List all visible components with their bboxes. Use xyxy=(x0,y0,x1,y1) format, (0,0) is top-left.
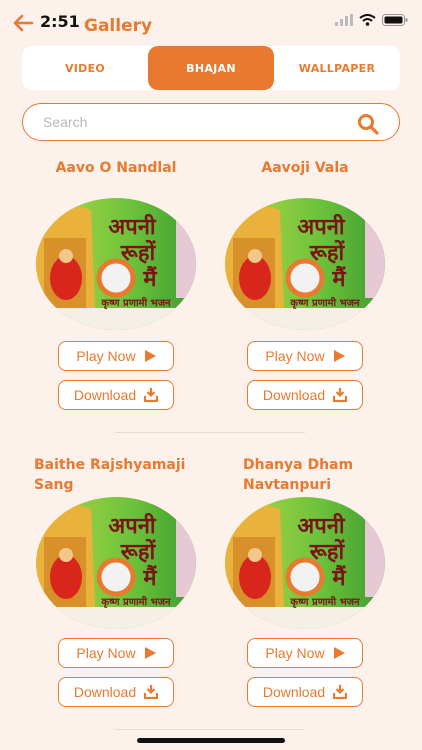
download-label: Download xyxy=(262,387,326,403)
bhajan-cover-image: अपनी रूहों मैं कृष्ण प्रणामी भजन xyxy=(36,497,196,629)
play-now-button[interactable]: Play Now xyxy=(247,341,363,371)
cover-line3-text: मैं xyxy=(331,564,346,591)
cover-line3-text: मैं xyxy=(142,564,157,591)
play-icon xyxy=(144,350,156,362)
row-divider xyxy=(115,432,305,433)
download-label: Download xyxy=(73,684,137,700)
search-icon[interactable] xyxy=(357,113,379,135)
download-button[interactable]: Download xyxy=(247,677,363,707)
play-icon xyxy=(333,647,345,659)
cover-caption-text: कृष्ण प्रणामी भजन xyxy=(289,296,360,309)
signal-icon xyxy=(335,14,353,26)
cover-line3-text: मैं xyxy=(142,265,157,292)
play-now-label: Play Now xyxy=(76,645,136,661)
bhajan-card: Aavo O Nandlal अपनी रूहों मैं कृष्ण प्रण… xyxy=(21,158,211,418)
download-icon xyxy=(333,685,348,699)
download-button[interactable]: Download xyxy=(58,677,174,707)
search-input[interactable] xyxy=(43,112,343,132)
cover-line3-text: मैं xyxy=(331,265,346,292)
play-icon xyxy=(333,350,345,362)
cover-line2-text: रूहों xyxy=(309,538,346,565)
bhajan-title: Baithe Rajshyamaji Sang xyxy=(34,457,186,493)
play-now-label: Play Now xyxy=(265,645,325,661)
status-icons xyxy=(335,14,408,26)
download-label: Download xyxy=(262,684,326,700)
bhajan-card: Baithe Rajshyamaji Sang अपनी रूहों मैं क… xyxy=(21,455,211,715)
battery-icon xyxy=(382,14,408,26)
status-bar: 2:51 Gallery xyxy=(0,0,422,46)
play-now-button[interactable]: Play Now xyxy=(247,638,363,668)
wifi-icon xyxy=(359,14,376,26)
back-arrow-icon[interactable] xyxy=(12,12,34,34)
cover-caption-text: कृष्ण प्रणामी भजन xyxy=(289,595,360,608)
bhajan-title: Aavo O Nandlal xyxy=(55,160,177,176)
cover-line1-text: अपनी xyxy=(108,512,157,539)
cover-line2-text: रूहों xyxy=(120,239,157,266)
play-now-label: Play Now xyxy=(265,348,325,364)
tab-video[interactable]: VIDEO xyxy=(22,46,148,90)
download-button[interactable]: Download xyxy=(58,380,174,410)
cover-caption-text: कृष्ण प्रणामी भजन xyxy=(100,296,171,309)
download-label: Download xyxy=(73,387,137,403)
tab-bhajan[interactable]: BHAJAN xyxy=(148,46,274,90)
page-title: Gallery xyxy=(84,16,153,36)
download-icon xyxy=(333,388,348,402)
row-divider xyxy=(115,729,305,730)
search-bar xyxy=(22,103,400,141)
status-time: 2:51 xyxy=(40,12,80,31)
cover-line1-text: अपनी xyxy=(108,213,157,240)
bhajan-title: Dhanya Dham Navtanpuri xyxy=(243,457,354,493)
cover-line1-text: अपनी xyxy=(297,213,346,240)
play-now-button[interactable]: Play Now xyxy=(58,638,174,668)
bhajan-card: Aavoji Vala अपनी रूहों मैं कृष्ण प्रणामी… xyxy=(210,158,400,418)
tab-wallpaper[interactable]: WALLPAPER xyxy=(274,46,400,90)
download-button[interactable]: Download xyxy=(247,380,363,410)
cover-line2-text: रूहों xyxy=(309,239,346,266)
play-now-button[interactable]: Play Now xyxy=(58,341,174,371)
download-icon xyxy=(144,685,159,699)
bhajan-cover-image: अपनी रूहों मैं कृष्ण प्रणामी भजन xyxy=(225,198,385,330)
bhajan-card: Dhanya Dham Navtanpuri अपनी रूहों मैं कृ… xyxy=(210,455,400,715)
cover-caption-text: कृष्ण प्रणामी भजन xyxy=(100,595,171,608)
home-indicator[interactable] xyxy=(137,738,285,743)
bhajan-cover-image: अपनी रूहों मैं कृष्ण प्रणामी भजन xyxy=(36,198,196,330)
bhajan-title: Aavoji Vala xyxy=(261,160,349,176)
play-now-label: Play Now xyxy=(76,348,136,364)
cover-line2-text: रूहों xyxy=(120,538,157,565)
cover-line1-text: अपनी xyxy=(297,512,346,539)
bhajan-cover-image: अपनी रूहों मैं कृष्ण प्रणामी भजन xyxy=(225,497,385,629)
download-icon xyxy=(144,388,159,402)
category-tabs: VIDEO BHAJAN WALLPAPER xyxy=(22,46,400,90)
play-icon xyxy=(144,647,156,659)
